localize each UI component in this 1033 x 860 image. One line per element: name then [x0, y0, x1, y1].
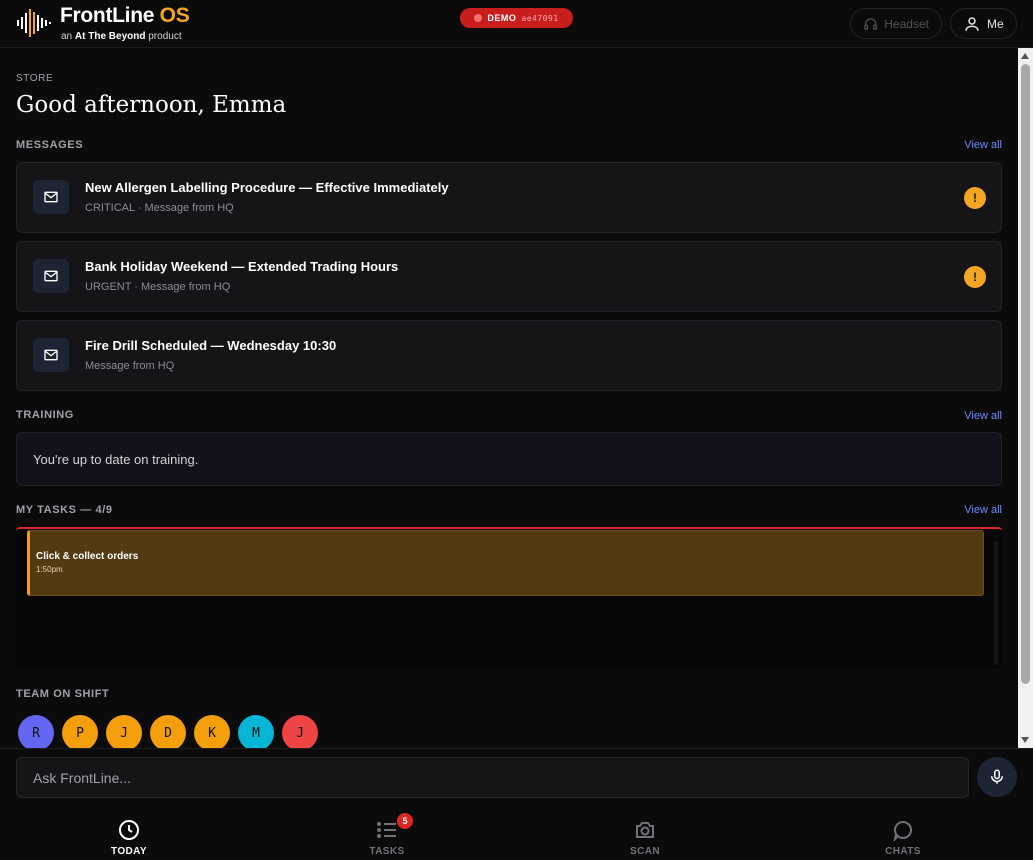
- training-status-text: You're up to date on training.: [33, 452, 199, 467]
- ask-input[interactable]: [16, 757, 969, 798]
- demo-dot-icon: [474, 14, 483, 22]
- alert-icon: !: [964, 187, 986, 209]
- message-item[interactable]: Bank Holiday Weekend — Extended Trading …: [16, 241, 1002, 312]
- avatar[interactable]: R: [18, 715, 54, 748]
- message-subtitle: CRITICAL · Message from HQ: [85, 202, 234, 214]
- clock-icon: [119, 820, 139, 840]
- page-scrollbar[interactable]: [1018, 48, 1033, 748]
- microphone-icon: [991, 769, 1003, 784]
- training-heading: TRAINING: [16, 409, 74, 421]
- headset-icon: [864, 17, 878, 30]
- mail-icon: [33, 338, 69, 372]
- tasks-timeline[interactable]: Click & collect orders 1:50pm: [16, 527, 1002, 669]
- bottom-nav: TODAY 5 TASKS SCAN CHATS: [0, 806, 1033, 860]
- nav-chats[interactable]: CHATS: [843, 818, 963, 857]
- tasks-count-badge: 5: [397, 813, 413, 829]
- message-subtitle: URGENT · Message from HQ: [85, 281, 231, 293]
- demo-code: ae47091: [521, 13, 559, 23]
- message-item[interactable]: New Allergen Labelling Procedure — Effec…: [16, 162, 1002, 233]
- headset-button[interactable]: Headset: [850, 8, 942, 39]
- message-title: Fire Drill Scheduled — Wednesday 10:30: [85, 338, 337, 353]
- ask-bar: [0, 748, 1033, 806]
- task-item[interactable]: Click & collect orders 1:50pm: [27, 530, 984, 596]
- demo-badge: DEMO ae47091: [460, 8, 573, 28]
- alert-icon: !: [964, 266, 986, 288]
- training-view-all-link[interactable]: View all: [964, 410, 1002, 422]
- tasks-heading: MY TASKS — 4/9: [16, 504, 113, 516]
- waveform-logo-icon: [17, 9, 51, 37]
- messages-view-all-link[interactable]: View all: [964, 139, 1002, 151]
- mic-button[interactable]: [977, 757, 1017, 797]
- avatar[interactable]: J: [282, 715, 318, 748]
- nav-scan[interactable]: SCAN: [585, 818, 705, 857]
- list-icon: [377, 822, 396, 838]
- avatar[interactable]: M: [238, 715, 274, 748]
- message-title: New Allergen Labelling Procedure — Effec…: [85, 180, 449, 195]
- section-label: STORE: [16, 73, 54, 84]
- scroll-up-icon[interactable]: [1021, 53, 1029, 59]
- scroll-down-icon[interactable]: [1021, 737, 1029, 743]
- chat-bubble-icon: [893, 821, 913, 842]
- page-title: Good afternoon, Emma: [16, 92, 287, 118]
- avatar[interactable]: D: [150, 715, 186, 748]
- message-subtitle: Message from HQ: [85, 360, 175, 372]
- app-root: FrontLine OS an At The Beyond product DE…: [0, 0, 1033, 860]
- nav-today[interactable]: TODAY: [69, 818, 189, 857]
- main-content[interactable]: STORE Good afternoon, Emma MESSAGES View…: [0, 48, 1018, 748]
- training-status-card: You're up to date on training.: [16, 432, 1002, 486]
- message-item[interactable]: Fire Drill Scheduled — Wednesday 10:30 M…: [16, 320, 1002, 391]
- avatar[interactable]: J: [106, 715, 142, 748]
- tasks-view-all-link[interactable]: View all: [964, 504, 1002, 516]
- user-icon: [965, 16, 979, 31]
- mail-icon: [33, 259, 69, 293]
- task-title: Click & collect orders: [36, 551, 139, 562]
- avatar[interactable]: P: [62, 715, 98, 748]
- top-header: FrontLine OS an At The Beyond product DE…: [0, 0, 1033, 48]
- task-time: 1:50pm: [36, 565, 63, 574]
- brand-name: FrontLine OS: [60, 4, 190, 27]
- messages-heading: MESSAGES: [16, 139, 84, 151]
- profile-button[interactable]: Me: [950, 8, 1017, 39]
- brand-tagline: an At The Beyond product: [61, 31, 182, 42]
- message-title: Bank Holiday Weekend — Extended Trading …: [85, 259, 399, 274]
- camera-icon: [636, 822, 654, 838]
- team-heading: TEAM ON SHIFT: [16, 688, 110, 700]
- avatar[interactable]: K: [194, 715, 230, 748]
- team-avatars: R P J D K M J: [18, 715, 318, 748]
- tasks-scrollbar[interactable]: [994, 541, 998, 665]
- scrollbar-thumb[interactable]: [1021, 64, 1030, 684]
- nav-tasks[interactable]: 5 TASKS: [327, 813, 447, 857]
- mail-icon: [33, 180, 69, 214]
